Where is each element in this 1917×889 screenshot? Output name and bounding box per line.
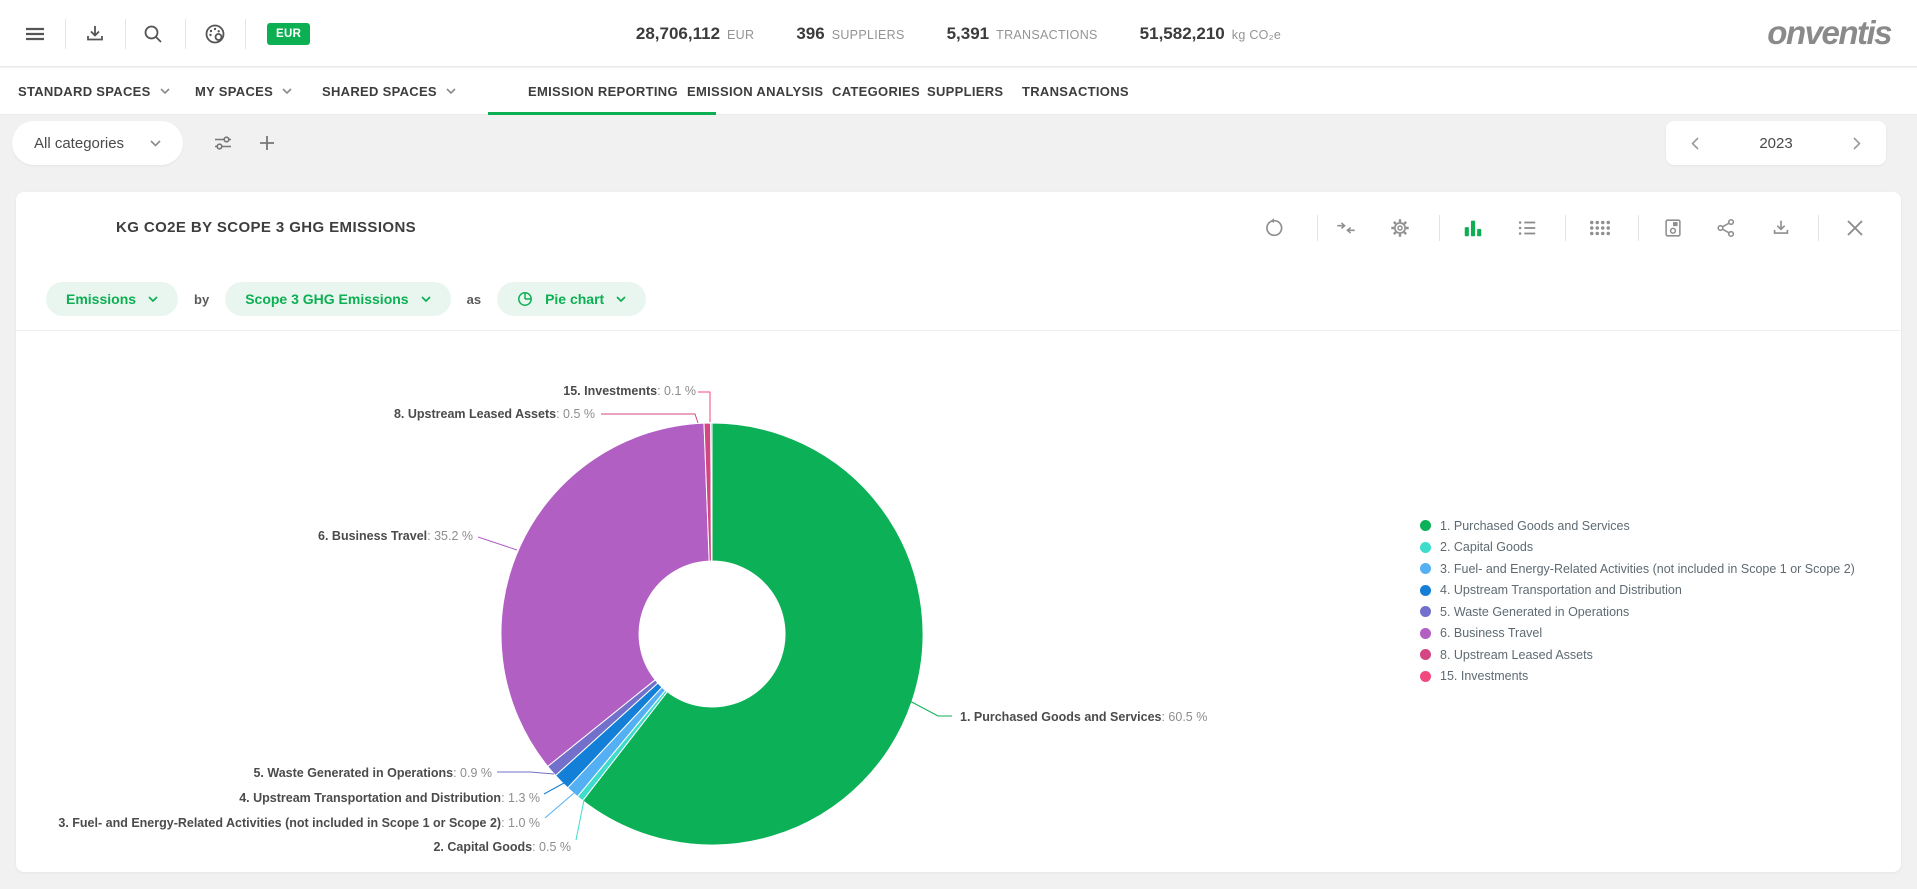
nav-emission-analysis[interactable]: EMISSION ANALYSIS	[687, 68, 823, 114]
nav-emission-reporting[interactable]: EMISSION REPORTING	[528, 68, 678, 114]
chevron-down-icon	[616, 296, 626, 302]
legend-item[interactable]: 5. Waste Generated in Operations	[1420, 601, 1855, 623]
legend-item[interactable]: 8. Upstream Leased Assets	[1420, 644, 1855, 666]
legend-dot	[1420, 628, 1431, 639]
legend-item[interactable]: 15. Investments	[1420, 666, 1855, 688]
share-icon[interactable]	[1708, 210, 1744, 246]
divider	[1818, 215, 1819, 241]
close-icon[interactable]	[1837, 210, 1873, 246]
divider	[185, 19, 186, 49]
collapse-icon[interactable]	[1328, 210, 1364, 246]
download-icon[interactable]	[1763, 210, 1799, 246]
legend-dot	[1420, 520, 1431, 531]
nav-suppliers[interactable]: SUPPLIERS	[927, 68, 1003, 114]
legend-label: 3. Fuel- and Energy-Related Activities (…	[1440, 562, 1855, 576]
nav-my-spaces[interactable]: MY SPACES	[195, 68, 292, 114]
measure-chip[interactable]: Emissions	[46, 282, 178, 316]
stat-transactions: 5,391 TRANSACTIONS	[947, 24, 1098, 44]
report-card: KG CO2E BY SCOPE 3 GHG EMISSIONS	[16, 192, 1901, 872]
save-icon[interactable]	[1655, 210, 1691, 246]
divider	[1565, 215, 1566, 241]
legend-item[interactable]: 2. Capital Goods	[1420, 537, 1855, 559]
stat-suppliers: 396 SUPPLIERS	[796, 24, 904, 44]
divider	[65, 19, 66, 49]
year-value: 2023	[1759, 135, 1792, 152]
legend-label: 8. Upstream Leased Assets	[1440, 648, 1593, 662]
stat-co2e: 51,582,210 kg CO₂e	[1140, 24, 1281, 44]
bar-chart-icon[interactable]	[1455, 210, 1491, 246]
top-bar: EUR 28,706,112 EUR 396 SUPPLIERS 5,391 T…	[0, 0, 1917, 67]
legend-item[interactable]: 1. Purchased Goods and Services	[1420, 515, 1855, 537]
legend-label: 15. Investments	[1440, 669, 1528, 683]
filter-bar: All categories 2023	[0, 115, 1917, 192]
pie-chart-icon	[517, 291, 533, 307]
chart-legend: 1. Purchased Goods and Services 2. Capita…	[1420, 515, 1855, 687]
chevron-down-icon	[421, 296, 431, 302]
kpi-stats: 28,706,112 EUR 396 SUPPLIERS 5,391 TRANS…	[636, 0, 1281, 67]
legend-dot	[1420, 671, 1431, 682]
legend-dot	[1420, 649, 1431, 660]
divider	[1439, 215, 1440, 241]
divider	[245, 19, 246, 49]
nav-standard-spaces[interactable]: STANDARD SPACES	[18, 68, 170, 114]
grid-dots-icon[interactable]	[1582, 210, 1618, 246]
stat-spend: 28,706,112 EUR	[636, 24, 754, 44]
legend-label: 2. Capital Goods	[1440, 540, 1533, 554]
legend-label: 1. Purchased Goods and Services	[1440, 519, 1630, 533]
legend-label: 5. Waste Generated in Operations	[1440, 605, 1629, 619]
year-selector: 2023	[1666, 121, 1886, 165]
legend-label: 6. Business Travel	[1440, 626, 1542, 640]
nav-categories[interactable]: CATEGORIES	[832, 68, 920, 114]
plus-icon[interactable]	[248, 124, 286, 162]
chevron-down-icon	[148, 296, 158, 302]
dimension-chip[interactable]: Scope 3 GHG Emissions	[225, 282, 450, 316]
legend-dot	[1420, 585, 1431, 596]
chevron-down-icon	[160, 88, 170, 94]
download-icon[interactable]	[74, 13, 116, 55]
next-year-icon[interactable]	[1844, 130, 1870, 156]
chevron-down-icon	[446, 88, 456, 94]
by-label: by	[194, 292, 209, 307]
onventis-logo: onventis	[1767, 14, 1891, 52]
filter-icon[interactable]	[204, 124, 242, 162]
legend-dot	[1420, 606, 1431, 617]
list-view-icon[interactable]	[1509, 210, 1545, 246]
query-builder: Emissions by Scope 3 GHG Emissions as Pi…	[46, 282, 646, 316]
page: EUR 28,706,112 EUR 396 SUPPLIERS 5,391 T…	[0, 0, 1917, 889]
legend-item[interactable]: 3. Fuel- and Energy-Related Activities (…	[1420, 558, 1855, 580]
refresh-icon[interactable]	[1256, 210, 1292, 246]
legend-item[interactable]: 4. Upstream Transportation and Distribut…	[1420, 580, 1855, 602]
main-nav: STANDARD SPACES MY SPACES SHARED SPACES …	[0, 68, 1917, 115]
category-dropdown[interactable]: All categories	[12, 121, 183, 165]
as-label: as	[467, 292, 481, 307]
divider	[125, 19, 126, 49]
divider	[1638, 215, 1639, 241]
nav-transactions[interactable]: TRANSACTIONS	[1022, 68, 1129, 114]
currency-badge[interactable]: EUR	[267, 23, 310, 45]
chevron-down-icon	[282, 88, 292, 94]
legend-dot	[1420, 542, 1431, 553]
chart-type-chip[interactable]: Pie chart	[497, 282, 646, 316]
card-title: KG CO2E BY SCOPE 3 GHG EMISSIONS	[116, 219, 416, 236]
nav-shared-spaces[interactable]: SHARED SPACES	[322, 68, 456, 114]
pie-slice[interactable]	[711, 423, 712, 561]
divider	[1317, 215, 1318, 241]
search-icon[interactable]	[132, 13, 174, 55]
palette-icon[interactable]	[194, 13, 236, 55]
legend-label: 4. Upstream Transportation and Distribut…	[1440, 583, 1682, 597]
settings-gear-icon[interactable]	[1382, 210, 1418, 246]
legend-dot	[1420, 563, 1431, 574]
chevron-down-icon	[150, 140, 161, 147]
legend-item[interactable]: 6. Business Travel	[1420, 623, 1855, 645]
menu-icon[interactable]	[14, 13, 56, 55]
divider	[16, 330, 1901, 331]
previous-year-icon[interactable]	[1682, 130, 1708, 156]
